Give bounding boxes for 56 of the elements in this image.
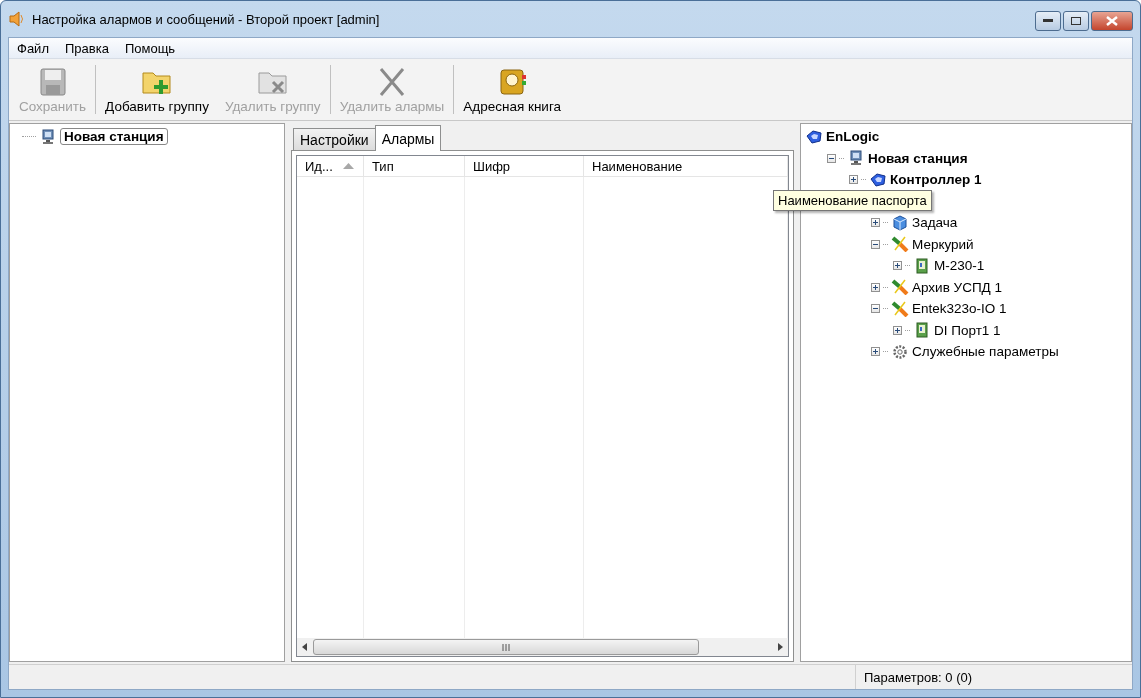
tree-item[interactable]: М-230-1 bbox=[934, 258, 985, 274]
tree-item[interactable]: Меркурий bbox=[912, 236, 974, 252]
tree-item[interactable]: Задача bbox=[912, 215, 958, 231]
expand-icon[interactable] bbox=[893, 325, 902, 335]
plug-icon bbox=[891, 279, 909, 296]
tree-item[interactable]: Новая станция bbox=[60, 128, 168, 146]
tooltip: Наименование паспорта bbox=[773, 190, 932, 211]
board-icon bbox=[913, 257, 931, 274]
toolbar-button[interactable]: Адресная книга bbox=[455, 61, 570, 118]
plug-icon bbox=[891, 300, 909, 317]
expand-icon[interactable] bbox=[849, 175, 858, 185]
controller-icon bbox=[805, 128, 823, 145]
scroll-right-icon[interactable] bbox=[776, 643, 784, 651]
column-header[interactable]: Наименование bbox=[584, 156, 788, 176]
column-header[interactable]: Ид... bbox=[297, 156, 364, 176]
horizontal-scrollbar[interactable] bbox=[297, 638, 788, 656]
computer-icon bbox=[847, 150, 865, 167]
scroll-left-icon[interactable] bbox=[301, 643, 309, 651]
tree-item[interactable]: EnLogic bbox=[826, 129, 880, 145]
tree-item[interactable]: Entek323o-IO 1 bbox=[912, 301, 1007, 317]
collapse-icon[interactable] bbox=[871, 239, 880, 249]
expand-icon[interactable] bbox=[871, 347, 880, 357]
collapse-icon[interactable] bbox=[827, 153, 836, 163]
tree-item[interactable]: Новая станция bbox=[868, 150, 968, 166]
scrollbar-thumb[interactable] bbox=[313, 639, 699, 655]
collapse-icon[interactable] bbox=[871, 304, 880, 314]
controller-icon bbox=[869, 171, 887, 188]
expand-icon[interactable] bbox=[871, 218, 880, 228]
gear-icon bbox=[891, 343, 909, 360]
minimize-button[interactable] bbox=[1035, 11, 1061, 31]
plug-icon bbox=[891, 236, 909, 253]
minimize-icon bbox=[1043, 19, 1053, 23]
close-icon bbox=[1106, 16, 1118, 26]
computer-icon bbox=[39, 128, 57, 145]
cube-icon bbox=[891, 214, 909, 231]
speaker-icon bbox=[8, 11, 26, 27]
column-header[interactable]: Шифр bbox=[465, 156, 584, 176]
menu-item[interactable]: Помощь bbox=[116, 40, 184, 56]
close-button[interactable] bbox=[1091, 11, 1133, 31]
expand-icon[interactable] bbox=[893, 261, 902, 271]
tree-item[interactable]: Служебные параметры bbox=[912, 344, 1059, 360]
tab[interactable]: Настройки bbox=[293, 128, 376, 151]
window-title: Настройка алармов и сообщений - Второй проект [admin] bbox=[32, 11, 380, 27]
tree-item[interactable]: Контроллер 1 bbox=[890, 172, 982, 188]
expand-icon[interactable] bbox=[871, 282, 880, 292]
tab[interactable]: Алармы bbox=[374, 125, 442, 151]
tree-item[interactable]: DI Порт1 1 bbox=[934, 322, 1001, 338]
menu-item[interactable]: Файл bbox=[9, 40, 57, 56]
tree-item[interactable]: Архив УСПД 1 bbox=[912, 279, 1002, 295]
status-text: Параметров: 0 (0) bbox=[855, 665, 1132, 689]
column-header[interactable]: Тип bbox=[364, 156, 465, 176]
maximize-icon bbox=[1071, 17, 1081, 25]
maximize-button[interactable] bbox=[1063, 11, 1089, 31]
board-icon bbox=[913, 322, 931, 339]
menu-item[interactable]: Правка bbox=[56, 40, 117, 56]
toolbar-button[interactable]: Добавить группу bbox=[97, 61, 217, 118]
